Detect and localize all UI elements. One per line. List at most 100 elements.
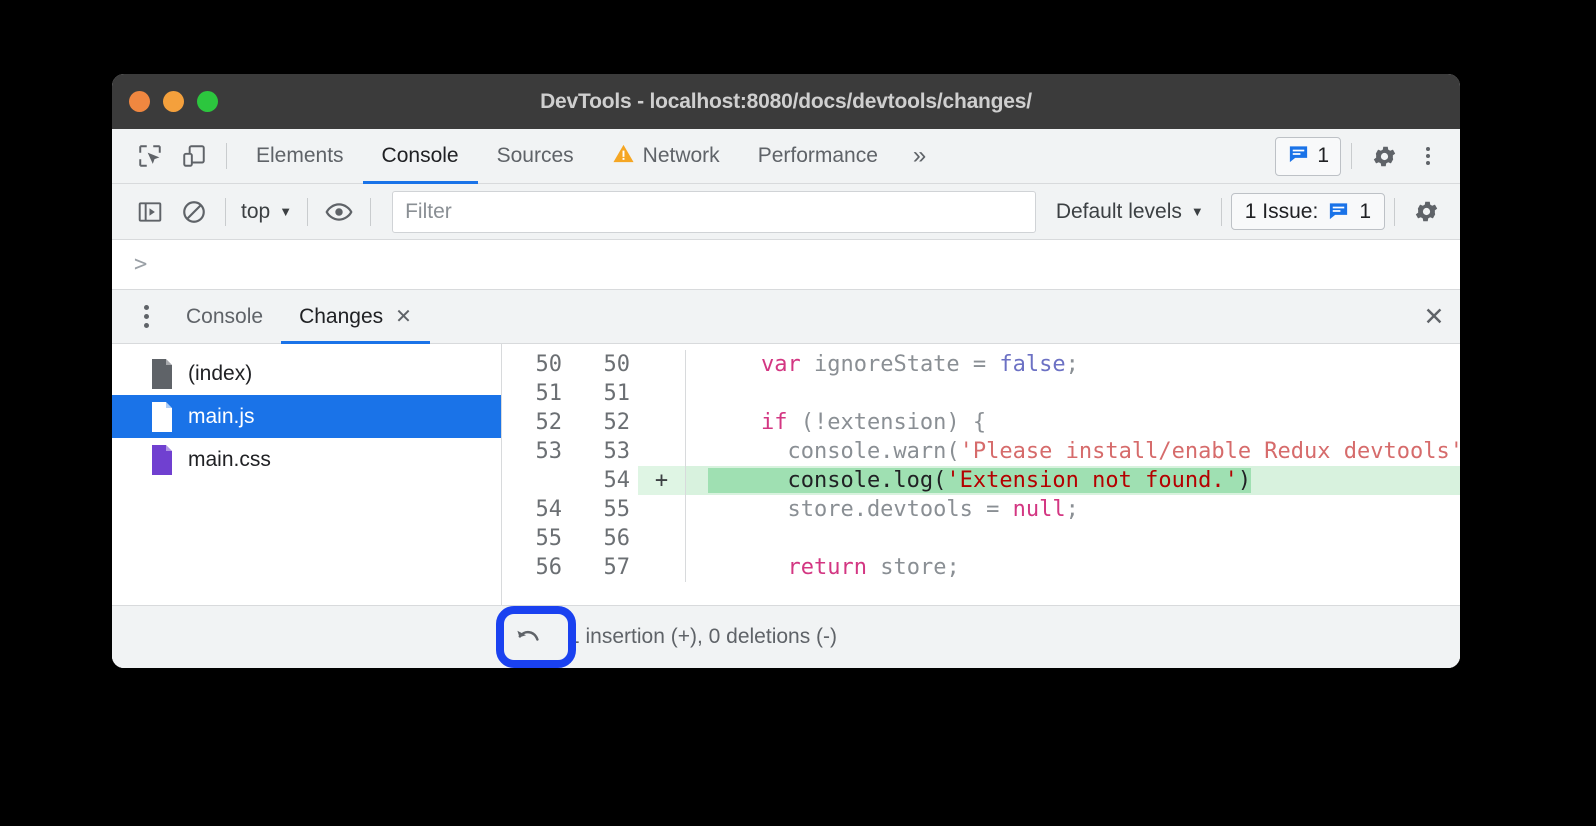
console-toolbar-divider-2: [307, 198, 308, 226]
issues-badge-count: 1: [1317, 144, 1329, 168]
log-levels-selector[interactable]: Default levels ▼: [1048, 200, 1212, 224]
diff-change-marker: [638, 350, 686, 379]
clear-console-icon[interactable]: [172, 190, 216, 234]
issue-counter-count: 1: [1359, 200, 1371, 224]
window-titlebar: DevTools - localhost:8080/docs/devtools/…: [112, 74, 1460, 129]
diff-code-line: return store;: [686, 553, 1460, 582]
console-toolbar-divider-4: [1221, 198, 1222, 226]
traffic-lights: [112, 91, 218, 112]
issues-message-icon: [1287, 142, 1310, 171]
issues-badge[interactable]: 1: [1275, 137, 1341, 176]
prompt-marker: >: [134, 252, 147, 277]
tabbar-right-tools: [1362, 129, 1460, 183]
diff-old-line-number: 54: [514, 495, 564, 524]
diff-code-line: store.devtools = null;: [686, 495, 1460, 524]
tabbar-divider-right: [1351, 143, 1352, 169]
diff-change-marker: [638, 524, 686, 553]
console-prompt-row[interactable]: >: [112, 240, 1460, 290]
tab-performance-label: Performance: [758, 144, 878, 168]
issue-counter-button[interactable]: 1 Issue: 1: [1231, 193, 1385, 230]
diff-old-line-number: 52: [514, 408, 564, 437]
maximize-button[interactable]: [197, 91, 218, 112]
close-button[interactable]: [129, 91, 150, 112]
changes-panel-body: (index) main.js main.css 5050 var ignore…: [112, 344, 1460, 606]
drawer-tab-console[interactable]: Console: [168, 290, 281, 343]
diff-old-line-number: 50: [514, 350, 564, 379]
list-item-main-js[interactable]: main.js: [112, 395, 501, 438]
minimize-button[interactable]: [163, 91, 184, 112]
tab-elements[interactable]: Elements: [237, 129, 363, 183]
gear-icon[interactable]: [1404, 190, 1448, 234]
diff-code-line: [686, 379, 1460, 408]
drawer-tab-changes-label: Changes: [299, 305, 383, 329]
drawer-tab-console-label: Console: [186, 305, 263, 329]
diff-new-line-number: 55: [582, 495, 632, 524]
diff-change-marker: [638, 495, 686, 524]
revert-undo-icon[interactable]: [504, 613, 552, 661]
diff-change-marker: +: [638, 466, 686, 495]
list-item-label: main.js: [188, 405, 255, 429]
tab-console[interactable]: Console: [363, 129, 478, 183]
chevron-down-icon: ▼: [279, 205, 292, 218]
drawer-close-icon[interactable]: ✕: [1408, 290, 1460, 343]
devtools-main-tabbar: Elements Console Sources Network Perform…: [112, 129, 1460, 184]
diff-new-line-number: 57: [582, 553, 632, 582]
filter-input[interactable]: Filter: [392, 191, 1036, 233]
diff-new-line-number: 52: [582, 408, 632, 437]
diff-old-line-number: 53: [514, 437, 564, 466]
diff-row: 5556: [502, 524, 1460, 553]
diff-row: 53 53 console.warn('Please install/enable…: [502, 437, 1460, 466]
tab-sources[interactable]: Sources: [478, 129, 593, 183]
diff-new-line-number: 50: [582, 350, 632, 379]
diff-change-marker: [638, 553, 686, 582]
diff-row: 52 52 if (!extension) {: [502, 408, 1460, 437]
toolbar-divider: [226, 143, 227, 169]
diff-row: 5050 var ignoreState = false;: [502, 350, 1460, 379]
devtools-window: DevTools - localhost:8080/docs/devtools/…: [112, 74, 1460, 668]
kebab-menu-icon[interactable]: [124, 290, 168, 343]
close-icon[interactable]: ✕: [395, 307, 412, 327]
window-title: DevTools - localhost:8080/docs/devtools/…: [112, 90, 1460, 114]
javascript-file-icon: [150, 402, 174, 432]
diff-new-line-number: 53: [582, 437, 632, 466]
issue-counter-label: 1 Issue:: [1245, 200, 1319, 224]
diff-code-line: console.warn('Please install/enable Redu…: [686, 437, 1460, 466]
list-item-index[interactable]: (index): [112, 352, 501, 395]
diff-view[interactable]: 5050 var ignoreState = false;51515252 if…: [502, 344, 1460, 605]
diff-change-marker: [638, 408, 686, 437]
issues-message-icon: [1327, 199, 1350, 224]
diff-summary-text: 1 insertion (+), 0 deletions (-): [568, 625, 837, 649]
device-toolbar-icon[interactable]: [172, 129, 216, 183]
diff-change-marker: [638, 379, 686, 408]
console-toolbar-divider-3: [370, 198, 371, 226]
chevron-down-icon: ▼: [1191, 205, 1204, 218]
tab-network[interactable]: Network: [593, 129, 739, 183]
drawer-tab-changes[interactable]: Changes ✕: [281, 290, 430, 343]
tab-performance[interactable]: Performance: [739, 129, 897, 183]
context-selector[interactable]: top ▼: [235, 200, 298, 224]
diff-old-line-number: 56: [514, 553, 564, 582]
eye-icon[interactable]: [317, 190, 361, 234]
diff-new-line-number: 51: [582, 379, 632, 408]
console-sidebar-icon[interactable]: [128, 190, 172, 234]
tab-elements-label: Elements: [256, 144, 344, 168]
gear-icon[interactable]: [1362, 143, 1406, 170]
diff-code-line: [686, 524, 1460, 553]
list-item-main-css[interactable]: main.css: [112, 438, 501, 481]
inspect-element-icon[interactable]: [128, 129, 172, 183]
kebab-menu-icon[interactable]: [1406, 144, 1450, 168]
warning-triangle-icon: [612, 142, 635, 171]
diff-change-marker: [638, 437, 686, 466]
diff-new-line-number: 54: [582, 466, 632, 495]
tab-sources-label: Sources: [497, 144, 574, 168]
document-icon: [150, 359, 174, 389]
diff-code-line: if (!extension) {: [686, 408, 1460, 437]
devtools-drawer: Console Changes ✕ ✕ (index): [112, 290, 1460, 668]
drawer-tabbar: Console Changes ✕ ✕: [112, 290, 1460, 344]
more-tabs-chevron-icon[interactable]: »: [897, 129, 942, 183]
console-toolbar: top ▼ Filter Default levels ▼ 1 Issue:: [112, 184, 1460, 240]
context-selector-label: top: [241, 200, 270, 224]
console-toolbar-divider-5: [1394, 198, 1395, 226]
tabbar-spacer: [942, 129, 1275, 183]
list-item-label: main.css: [188, 448, 271, 472]
